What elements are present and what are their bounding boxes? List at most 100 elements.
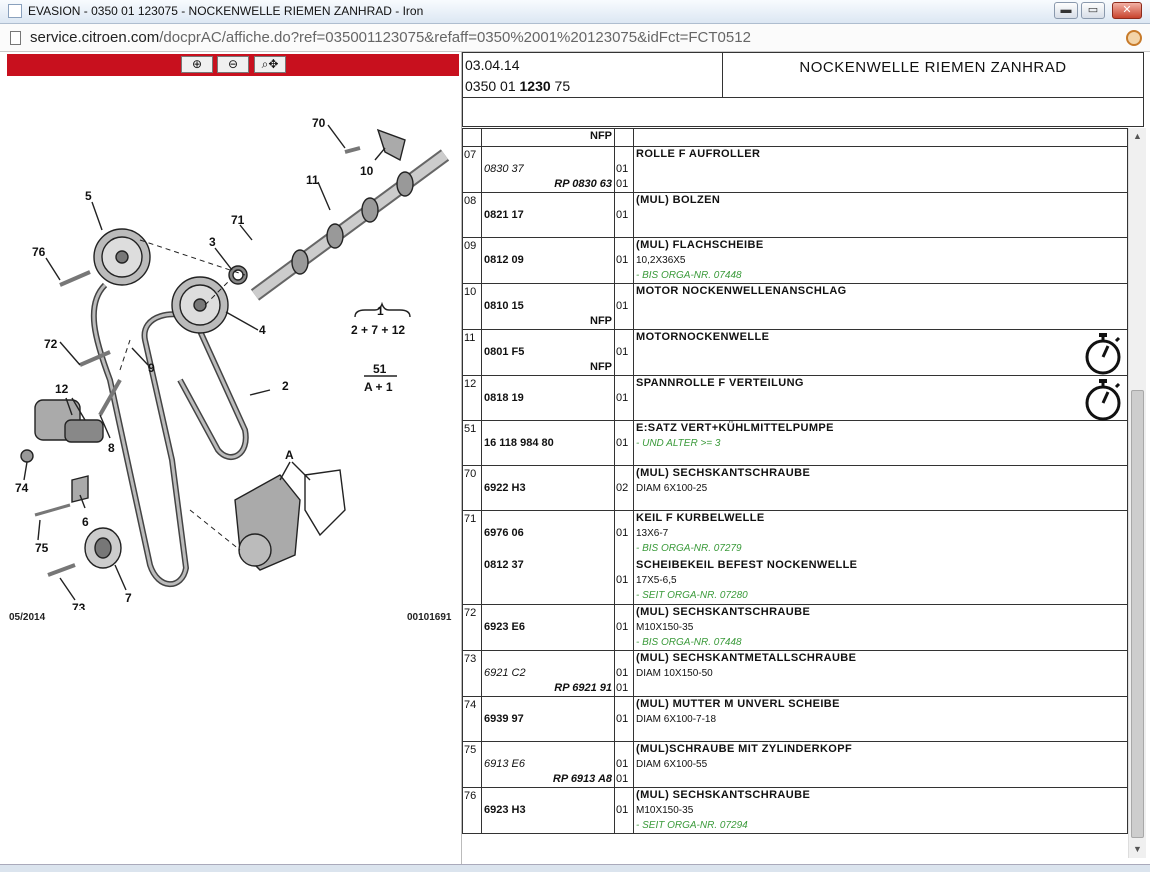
reference-cell: 0810 15 NFP xyxy=(481,283,615,330)
part-quantity: 01 xyxy=(616,300,629,312)
part-reference[interactable]: 6913 E6 xyxy=(484,757,612,772)
part-note: - UND ALTER >= 3 xyxy=(636,438,721,449)
table-row[interactable]: 72 6923 E6 01 (MUL) SECHSKANTSCHRAUBE M10X15… xyxy=(462,604,1128,651)
item-number: 76 xyxy=(464,790,477,802)
table-row[interactable]: 70 6922 H3 02 (MUL) SECHSKANTSCHRAUBE DIAM 6… xyxy=(462,465,1128,511)
table-row[interactable]: 11 0801 F5 NFP 01 MOTORNOCKENWELLE xyxy=(462,329,1128,379)
table-row[interactable]: 74 6939 97 01 (MUL) MUTTER M UNVERL SCHEIBE… xyxy=(462,696,1128,742)
part-reference[interactable]: 6922 H3 xyxy=(484,481,612,496)
table-row[interactable]: 07 0830 37 RP 0830 63 01 01 ROLLE F AUFROLLER xyxy=(462,146,1128,193)
part-name: (MUL) SECHSKANTSCHRAUBE xyxy=(636,789,811,801)
table-row[interactable]: 71 6976 06 0812 37 01 01 KEIL F KURBELWELLE 13… xyxy=(462,510,1128,605)
description-cell: (MUL) SECHSKANTSCHRAUBE DIAM 6X100-25 xyxy=(633,465,1128,511)
url-text[interactable]: service.citroen.com/docprAC/affiche.do?r… xyxy=(30,29,751,46)
stopwatch-icon[interactable] xyxy=(1083,332,1123,379)
item-number: 09 xyxy=(464,240,477,252)
scrollbar-thumb[interactable] xyxy=(1131,390,1144,838)
zoom-toolbar: ⊕ ⊖ ⌕✥ xyxy=(7,54,459,76)
description-cell: SPANNROLLE F VERTEILUNG xyxy=(633,375,1128,421)
item-number-cell: 72 xyxy=(462,604,482,651)
part-reference[interactable]: 0821 17 xyxy=(484,208,612,223)
part-name: (MUL) SECHSKANTSCHRAUBE xyxy=(636,606,811,618)
part-quantity: 01 xyxy=(616,527,629,539)
part-reference[interactable]: 6976 06 xyxy=(484,526,612,541)
part-reference[interactable]: 16 118 984 80 xyxy=(484,436,612,451)
item-number-cell: 07 xyxy=(462,146,482,193)
header-cell-qty xyxy=(614,128,634,147)
callout-label: 3 xyxy=(209,235,216,249)
part-quantity: 01 xyxy=(616,163,629,175)
header-title-cell: NOCKENWELLE RIEMEN ZANHRAD xyxy=(723,53,1143,98)
part-spec: DIAM 6X100-25 xyxy=(636,483,708,494)
scroll-down-arrow[interactable]: ▼ xyxy=(1129,841,1146,858)
parts-header: 03.04.14 0350 01 1230 75 NOCKENWELLE RIE… xyxy=(462,52,1144,127)
description-cell: ROLLE F AUFROLLER xyxy=(633,146,1128,193)
item-number-cell: 11 xyxy=(462,329,482,376)
part-spec: M10X150-35 xyxy=(636,622,694,633)
camshaft xyxy=(250,149,450,301)
part-spec: DIAM 10X150-50 xyxy=(636,668,713,679)
table-row[interactable]: 09 0812 09 01 (MUL) FLACHSCHEIBE 10,2X36X5 - … xyxy=(462,237,1128,284)
table-row[interactable]: 08 0821 17 01 (MUL) BOLZEN xyxy=(462,192,1128,238)
parts-table-scroll[interactable]: NFP 07 0830 37 RP 0830 63 01 01 ROLLE F AUFRO… xyxy=(462,128,1128,858)
item-number: 10 xyxy=(464,286,477,298)
description-cell: (MUL) MUTTER M UNVERL SCHEIBE DIAM 6X100-… xyxy=(633,696,1128,742)
callout-label: 9 xyxy=(148,361,155,375)
replacement-reference[interactable]: RP 6921 91 xyxy=(484,681,612,696)
security-icon[interactable] xyxy=(1126,30,1142,46)
app-icon xyxy=(8,4,22,18)
part-name: (MUL) BOLZEN xyxy=(636,194,721,206)
address-bar[interactable]: service.citroen.com/docprAC/affiche.do?r… xyxy=(0,24,1150,52)
table-row[interactable]: 75 6913 E6 RP 6913 A8 01 01 (MUL)SCHRAUBE MIT… xyxy=(462,741,1128,788)
part-quantity: 01 xyxy=(616,437,629,449)
reference-cell: 6922 H3 xyxy=(481,465,615,511)
part-reference[interactable]: 0830 37 xyxy=(484,162,612,177)
header-reference: 0350 01 1230 75 xyxy=(465,78,570,94)
part-quantity: 01 xyxy=(616,254,629,266)
table-row[interactable]: 73 6921 C2 RP 6921 91 01 01 (MUL) SECHSKANTME… xyxy=(462,650,1128,697)
part-reference[interactable]: 0810 15 xyxy=(484,299,612,314)
part-spec: M10X150-35 xyxy=(636,805,694,816)
vertical-scrollbar[interactable]: ▲ ▼ xyxy=(1128,128,1146,858)
exploded-parts-diagram[interactable]: 70 10 11 5 71 3 76 4 1 2 + 7 + 12 72 9 5… xyxy=(0,80,462,610)
table-row[interactable]: 76 6923 H3 01 (MUL) SECHSKANTSCHRAUBE M10X15… xyxy=(462,787,1128,834)
quantity-cell: 01 01 xyxy=(614,650,634,697)
zoom-in-button[interactable]: ⊕ xyxy=(181,56,213,73)
part-name: SCHEIBEKEIL BEFEST NOCKENWELLE xyxy=(636,559,858,571)
part-name: MOTORNOCKENWELLE xyxy=(636,331,770,343)
header-date: 03.04.14 xyxy=(465,57,520,73)
quantity-cell: 01 xyxy=(614,375,634,421)
reference-cell: 6921 C2 RP 6921 91 xyxy=(481,650,615,697)
table-row[interactable]: 12 0818 19 01 SPANNROLLE F VERTEILUNG xyxy=(462,375,1128,421)
item-number: 11 xyxy=(464,332,476,344)
callout-label: 2 + 7 + 12 xyxy=(351,323,405,337)
part-reference[interactable]: 0812 09 xyxy=(484,253,612,268)
table-row[interactable]: 51 16 118 984 80 01 E:SATZ VERT+KÜHLMITTELP… xyxy=(462,420,1128,466)
part-reference[interactable]: 0801 F5 xyxy=(484,345,612,360)
part-reference[interactable]: 6921 C2 xyxy=(484,666,612,681)
quantity-cell: 01 xyxy=(614,420,634,466)
part-note: - BIS ORGA-NR. 07279 xyxy=(636,543,742,554)
replacement-reference[interactable]: RP 0830 63 xyxy=(484,177,612,192)
part-reference[interactable]: 0818 19 xyxy=(484,391,612,406)
part-quantity: 01 xyxy=(616,574,629,586)
diagram-pane: ⊕ ⊖ ⌕✥ 70 10 11 5 71 3 76 4 1 2 + 7 + 12… xyxy=(0,52,462,864)
stopwatch-icon[interactable] xyxy=(1083,378,1123,425)
replacement-reference[interactable]: RP 6913 A8 xyxy=(484,772,612,787)
zoom-out-button[interactable]: ⊖ xyxy=(217,56,249,73)
minimize-button[interactable]: ▬ xyxy=(1054,2,1078,19)
part-reference[interactable]: 6923 H3 xyxy=(484,803,612,818)
callout-label: 4 xyxy=(259,323,266,337)
part-reference[interactable]: 0812 37 xyxy=(484,558,612,573)
part-reference[interactable]: 6923 E6 xyxy=(484,620,612,635)
callout-label: 8 xyxy=(108,441,115,455)
part-reference[interactable]: 6939 97 xyxy=(484,712,612,727)
part-note: - SEIT ORGA-NR. 07280 xyxy=(636,590,748,601)
callout-label: 71 xyxy=(231,213,245,227)
table-row[interactable]: 10 0810 15 NFP 01 MOTOR NOCKENWELLENANSCHLAG xyxy=(462,283,1128,330)
reference-cell: 0812 09 xyxy=(481,237,615,284)
zoom-pan-button[interactable]: ⌕✥ xyxy=(254,56,286,73)
scroll-up-arrow[interactable]: ▲ xyxy=(1129,128,1146,145)
close-button[interactable]: ✕ xyxy=(1112,2,1142,19)
maximize-button[interactable]: ▭ xyxy=(1081,2,1105,19)
